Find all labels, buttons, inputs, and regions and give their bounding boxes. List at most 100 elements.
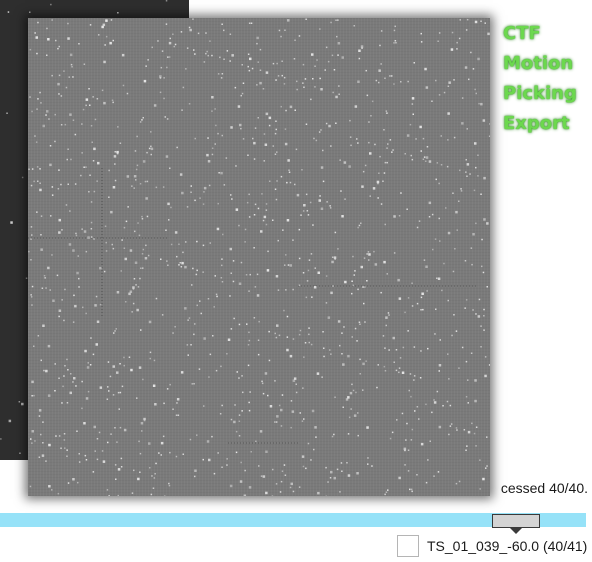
menu-ctf[interactable]: CTF	[503, 20, 577, 48]
particle-dot	[356, 340, 358, 342]
particle-dot	[325, 466, 327, 469]
particle-dot	[46, 54, 48, 56]
particle-dot	[93, 238, 95, 240]
particle-dot	[167, 264, 169, 266]
particle-dot	[410, 395, 412, 398]
particle-dot	[213, 472, 216, 475]
particle-dot	[78, 461, 81, 463]
particle-dot	[411, 282, 413, 284]
menu-picking[interactable]: Picking	[503, 80, 577, 108]
particle-dot	[341, 332, 343, 334]
particle-dot	[131, 185, 133, 187]
particle-dot	[281, 394, 284, 396]
particle-dot	[384, 370, 387, 372]
particle-dot	[241, 410, 243, 412]
particle-dot	[405, 439, 407, 441]
particle-dot	[94, 450, 96, 452]
particle-dot	[176, 255, 178, 258]
particle-dot	[63, 375, 65, 377]
particle-dot	[58, 231, 61, 234]
particle-dot	[254, 127, 257, 129]
particle-dot	[301, 169, 303, 171]
slider-thumb-icon[interactable]	[492, 514, 540, 534]
particle-dot	[207, 160, 211, 163]
menu-motion[interactable]: Motion	[503, 50, 577, 78]
particle-dot	[182, 453, 184, 455]
particle-dot	[235, 451, 238, 454]
particle-dot	[460, 190, 463, 192]
particle-dot	[142, 248, 145, 251]
particle-dot	[30, 238, 32, 240]
particle-dot	[67, 148, 69, 150]
particle-dot	[384, 493, 386, 496]
particle-dot	[160, 258, 162, 260]
particle-dot	[146, 180, 149, 183]
particle-dot	[274, 132, 277, 135]
particle-dot	[48, 443, 51, 447]
particle-dot	[413, 62, 415, 64]
particle-dot	[242, 391, 244, 394]
particle-dot	[44, 277, 46, 279]
particle-dot	[456, 41, 458, 44]
particle-dot	[63, 319, 65, 322]
particle-dot	[412, 113, 414, 115]
particle-dot	[268, 116, 272, 120]
menu-export[interactable]: Export	[503, 110, 577, 138]
particle-dot	[433, 399, 435, 401]
particle-dot	[357, 434, 359, 437]
particle-dot	[29, 96, 31, 98]
particle-dot	[475, 92, 477, 95]
particle-dot	[436, 277, 438, 279]
particle-dot	[69, 391, 72, 395]
particle-dot	[54, 363, 56, 365]
particle-dot	[81, 228, 83, 230]
particle-dot	[213, 306, 215, 308]
particle-dot	[449, 425, 452, 427]
particle-dot	[438, 425, 442, 429]
particle-dot	[361, 185, 364, 188]
particle-dot	[369, 195, 371, 197]
particle-dot	[377, 197, 379, 199]
particle-dot	[481, 265, 483, 268]
particle-dot	[267, 250, 269, 253]
processing-status-text: cessed 40/40.	[500, 480, 588, 496]
particle-dot	[136, 135, 138, 138]
particle-dot	[229, 247, 232, 251]
particle-dot	[387, 143, 389, 145]
particle-dot	[175, 455, 178, 458]
particle-dot	[172, 408, 174, 410]
particle-dot	[333, 69, 336, 71]
particle-dot	[305, 123, 308, 125]
particle-dot	[435, 178, 437, 181]
particle-dot	[481, 238, 483, 241]
particle-dot	[446, 165, 449, 168]
tilt-checkbox[interactable]	[397, 535, 419, 557]
particle-dot	[296, 88, 298, 91]
particle-dot	[105, 35, 108, 38]
particle-dot	[214, 143, 216, 145]
particle-dot	[326, 201, 328, 203]
particle-dot	[61, 402, 63, 404]
particle-dot	[274, 332, 276, 335]
micrograph-viewer[interactable]	[28, 18, 490, 496]
particle-dot	[37, 180, 39, 182]
particle-dot	[131, 311, 133, 313]
particle-dot	[169, 37, 171, 40]
particle-dot	[450, 48, 454, 51]
particle-dot	[304, 78, 307, 80]
particle-dot	[164, 116, 166, 118]
particle-dot	[38, 409, 42, 412]
particle-dot	[276, 62, 278, 65]
particle-dot	[178, 264, 180, 266]
particle-dot	[416, 406, 419, 408]
particle-dot	[54, 140, 56, 143]
particle-dot	[114, 163, 116, 165]
particle-dot	[488, 364, 490, 366]
particle-dot	[90, 337, 92, 339]
particle-dot	[347, 433, 350, 435]
particle-dot	[47, 394, 51, 397]
particle-dot	[208, 376, 210, 378]
particle-dot	[400, 192, 402, 194]
particle-dot	[77, 255, 79, 257]
particle-dot	[418, 418, 420, 420]
